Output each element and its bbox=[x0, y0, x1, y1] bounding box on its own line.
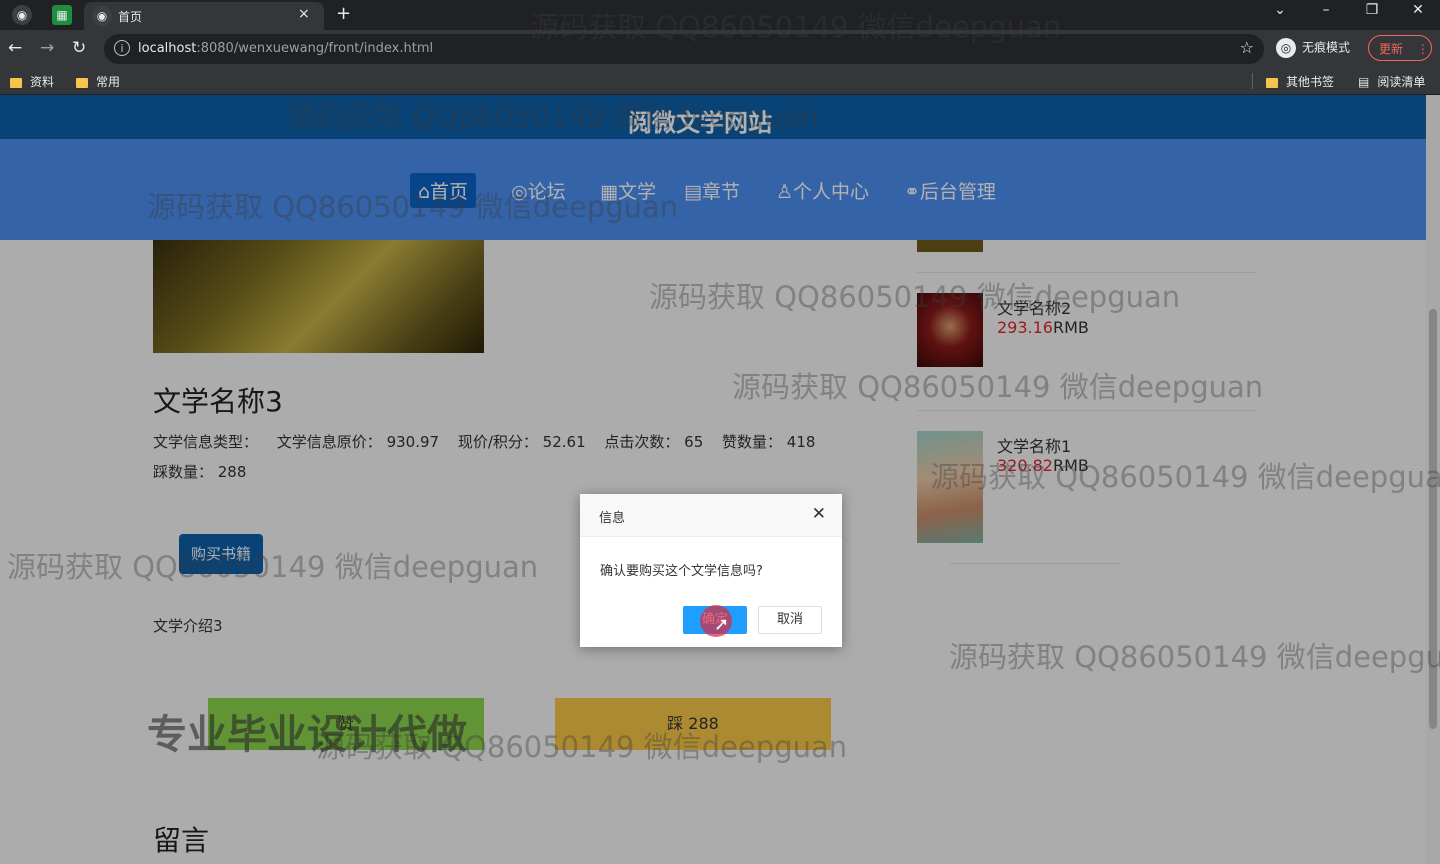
bookmarks-bar: 资料 常用 其他书签 ▤ 阅读清单 bbox=[0, 68, 1440, 95]
globe-icon: ◉ bbox=[92, 6, 112, 26]
close-window-icon[interactable]: ✕ bbox=[1398, 2, 1438, 18]
back-icon[interactable]: ← bbox=[8, 38, 22, 58]
reload-icon[interactable]: ↻ bbox=[72, 38, 86, 58]
chrome-icon[interactable]: ◉ bbox=[12, 5, 32, 25]
dialog-header: 信息 ✕ bbox=[580, 494, 842, 537]
tab-title: 首页 bbox=[118, 10, 143, 24]
menu-dots-icon: ⋮ bbox=[1416, 42, 1429, 56]
restore-icon[interactable]: ❐ bbox=[1352, 2, 1392, 18]
close-icon[interactable]: ✕ bbox=[812, 504, 826, 524]
tab-close-icon[interactable]: × bbox=[298, 6, 310, 22]
update-button[interactable]: 更新 ⋮ bbox=[1368, 35, 1432, 61]
folder-icon bbox=[76, 77, 88, 88]
folder-icon bbox=[1266, 77, 1278, 88]
watermark: 源码获取 QQ86050149 微信deepguan bbox=[649, 280, 1181, 314]
tab-search-icon[interactable]: ⌄ bbox=[1260, 2, 1300, 18]
watermark: 源码获取 QQ86050149 微信deepguan bbox=[147, 190, 679, 224]
bookmark-folder-changyong[interactable]: 常用 bbox=[76, 73, 120, 90]
bookmark-folder-ziliao[interactable]: 资料 bbox=[10, 73, 54, 90]
cancel-button[interactable]: 取消 bbox=[758, 606, 822, 634]
reading-list[interactable]: ▤ 阅读清单 bbox=[1358, 73, 1425, 90]
incognito-icon: ◎ bbox=[1276, 38, 1296, 58]
minimize-icon[interactable]: – bbox=[1306, 2, 1346, 18]
confirm-dialog: 信息 ✕ 确认要购买这个文学信息吗? 确定 取消 ➚ bbox=[580, 494, 842, 647]
watermark: 源码获取 QQ86050149 微信deepguan bbox=[287, 100, 819, 134]
forward-icon[interactable]: → bbox=[40, 38, 54, 58]
folder-icon bbox=[10, 77, 22, 88]
tab-active[interactable]: ◉ 首页 × bbox=[84, 2, 324, 30]
watermark: 源码获取 QQ86050149 微信deepguan bbox=[7, 550, 539, 584]
new-tab-icon[interactable]: + bbox=[336, 3, 351, 24]
incognito-indicator[interactable]: ◎ 无痕模式 bbox=[1276, 38, 1350, 58]
dialog-message: 确认要购买这个文学信息吗? bbox=[600, 564, 763, 579]
sheets-icon[interactable]: ▦ bbox=[52, 5, 72, 25]
promo-watermark: 专业毕业设计代做 bbox=[147, 712, 467, 758]
watermark: 源码获取 QQ86050149 微信deepguan bbox=[930, 460, 1440, 494]
url-text: localhost:8080/wenxuewang/front/index.ht… bbox=[138, 41, 434, 56]
watermark: 源码获取 QQ86050149 微信deepguan bbox=[530, 10, 1062, 44]
bookmark-other[interactable]: 其他书签 bbox=[1266, 73, 1334, 90]
bookmark-star-icon[interactable]: ☆ bbox=[1240, 38, 1254, 57]
reading-list-icon: ▤ bbox=[1358, 75, 1370, 89]
watermark: 源码获取 QQ86050149 微信deepguan bbox=[732, 370, 1264, 404]
bookmark-separator bbox=[1252, 73, 1253, 89]
info-icon[interactable]: i bbox=[114, 40, 130, 56]
watermark: 源码获取 QQ86050149 微信deepguan bbox=[949, 640, 1440, 674]
cursor-icon: ➚ bbox=[714, 614, 730, 635]
dialog-title: 信息 bbox=[599, 511, 626, 526]
